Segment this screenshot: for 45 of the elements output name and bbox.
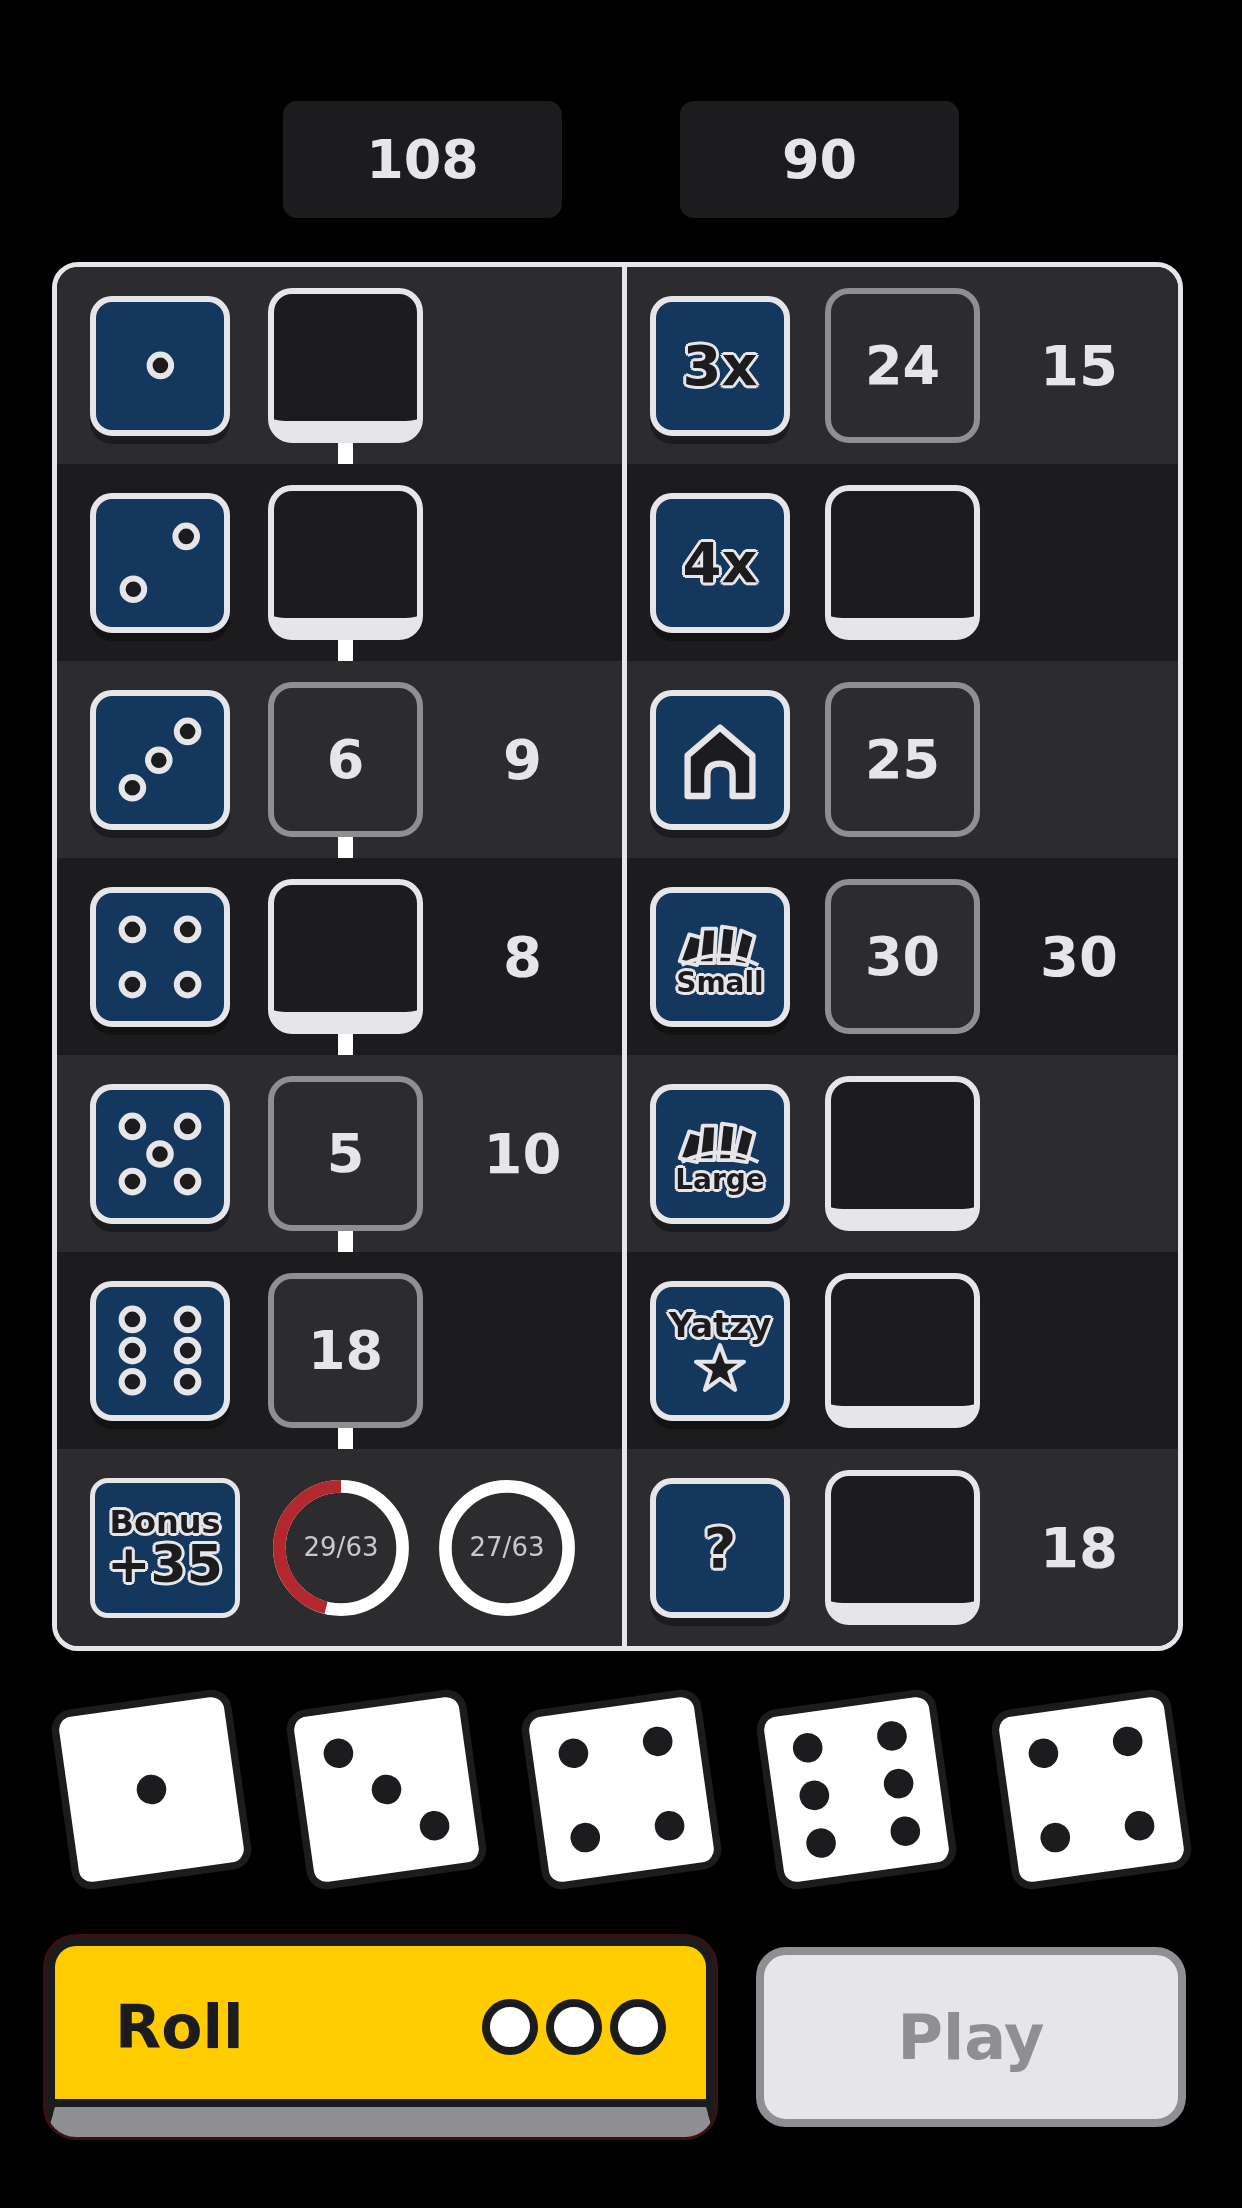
open-score-slot[interactable] [825,485,980,640]
category-label: Small [676,968,764,997]
score-slot[interactable]: 24 [825,288,980,443]
score-value: 9 [503,726,542,792]
score-value: 8 [503,923,542,989]
category-tile[interactable] [90,689,230,830]
bonus-label: Bonus [109,1505,221,1538]
category-label: Yatzy [668,1307,772,1342]
score-display: 90 [680,101,959,218]
open-score-slot[interactable] [268,485,423,640]
pips-icon [119,521,201,604]
category-tile[interactable] [90,492,230,633]
category-tile[interactable] [90,886,230,1027]
pips-icon [118,716,202,803]
score-value: 18 [1040,1514,1118,1580]
score-slot[interactable]: 6 [268,682,423,837]
roll-button[interactable]: Roll [46,1937,715,2137]
pips-icon [118,914,202,999]
open-score-slot[interactable] [825,1076,980,1231]
category-tile[interactable] [90,1280,230,1421]
score-display: 108 [283,101,562,218]
open-score-slot[interactable] [825,1470,980,1625]
open-score-slot[interactable] [825,1273,980,1428]
pips-icon [118,1111,202,1196]
open-score-slot[interactable] [268,879,423,1034]
category-label: Large [675,1165,765,1194]
ring-progress-text: 29/63 [303,1531,379,1564]
score-value: 10 [483,1120,562,1186]
score-slot[interactable]: 5 [268,1076,423,1231]
category-tile[interactable] [90,1083,230,1224]
pips-icon [118,1304,202,1397]
bonus-amount: +35 [107,1537,223,1590]
category-tile[interactable] [90,295,230,436]
score-value: 30 [1040,923,1118,989]
score-slot[interactable]: 25 [825,682,980,837]
category-tile[interactable] [650,689,790,830]
score-value: 15 [1040,332,1118,398]
category-label: 3x [682,337,758,394]
open-score-slot[interactable] [268,288,423,443]
category-label: ? [703,1519,737,1576]
score-slot[interactable]: 18 [268,1273,423,1428]
score-slot[interactable]: 30 [825,879,980,1034]
pips-icon [145,351,175,380]
ring-progress-text: 27/63 [469,1531,545,1564]
category-label: 4x [682,534,758,591]
